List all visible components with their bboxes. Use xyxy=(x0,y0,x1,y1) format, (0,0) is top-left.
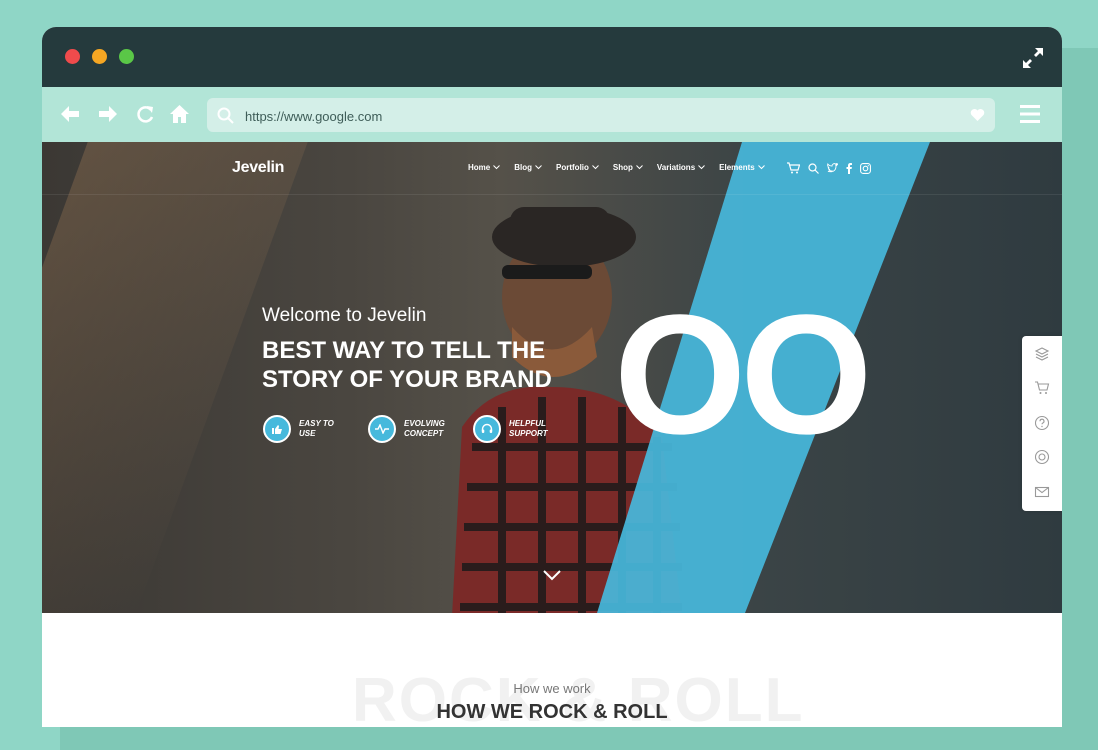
site-navbar: Jevelin Home Blog Portfolio Shop Variati… xyxy=(42,142,1062,195)
cart-icon[interactable] xyxy=(1034,380,1050,396)
feature-item: EVOLVING CONCEPT xyxy=(368,415,448,443)
nav-icons xyxy=(787,162,871,174)
chevron-down-icon xyxy=(757,165,765,170)
main-nav: Home Blog Portfolio Shop Variations Elem… xyxy=(468,163,779,172)
hamburger-menu-icon[interactable] xyxy=(1020,105,1040,123)
search-icon xyxy=(217,107,234,124)
feature-list: EASY TO USE EVOLVING CONCEPT HELPFUL SUP… xyxy=(263,415,578,443)
search-icon[interactable] xyxy=(808,162,819,174)
heart-icon[interactable] xyxy=(970,108,985,122)
facebook-icon[interactable] xyxy=(846,162,852,174)
nav-item-label: Elements xyxy=(719,163,755,172)
help-icon[interactable] xyxy=(1034,415,1050,431)
chevron-down-icon xyxy=(698,165,706,170)
lifebuoy-icon[interactable] xyxy=(1034,449,1050,465)
reload-icon[interactable] xyxy=(135,104,155,124)
nav-item-home[interactable]: Home xyxy=(468,163,501,172)
nav-item-portfolio[interactable]: Portfolio xyxy=(556,163,599,172)
nav-item-label: Home xyxy=(468,163,491,172)
cart-icon[interactable] xyxy=(787,162,800,174)
nav-item-label: Portfolio xyxy=(556,163,589,172)
nav-item-label: Variations xyxy=(656,163,696,172)
site-logo[interactable]: Jevelin xyxy=(232,159,284,177)
nav-item-label: Blog xyxy=(514,163,533,172)
section-title: HOW WE ROCK & ROLL xyxy=(436,701,668,723)
nav-item-elements[interactable]: Elements xyxy=(719,163,765,172)
layers-icon[interactable] xyxy=(1034,346,1050,362)
headset-icon xyxy=(473,415,501,443)
hero-section: OO Jevelin Home Blog Portfolio Shop Vari… xyxy=(42,142,1062,613)
scroll-down-chevron-icon[interactable] xyxy=(542,569,562,581)
zoom-window-button[interactable] xyxy=(119,49,134,64)
close-window-button[interactable] xyxy=(65,49,80,64)
feature-item: HELPFUL SUPPORT xyxy=(473,415,553,443)
hero-headline: BEST WAY TO TELL THE STORY OF YOUR BRAND xyxy=(262,337,552,393)
hero-big-text: OO xyxy=(614,280,872,470)
nav-item-label: Shop xyxy=(612,163,633,172)
instagram-icon[interactable] xyxy=(860,162,871,174)
expand-icon[interactable] xyxy=(1022,47,1044,69)
feature-label: EVOLVING CONCEPT xyxy=(404,419,445,438)
title-bar xyxy=(42,27,1062,87)
section-subtitle: How we work xyxy=(513,681,591,696)
feature-item: EASY TO USE xyxy=(263,415,343,443)
how-we-work-section: ROCK & ROLL How we work HOW WE ROCK & RO… xyxy=(42,613,1062,727)
chevron-down-icon xyxy=(592,165,599,170)
url-input[interactable] xyxy=(243,103,947,129)
address-bar[interactable] xyxy=(207,98,995,132)
minimize-window-button[interactable] xyxy=(92,49,107,64)
chevron-down-icon xyxy=(636,165,643,170)
thumbs-up-icon xyxy=(263,415,291,443)
nav-item-variations[interactable]: Variations xyxy=(656,163,706,172)
nav-item-blog[interactable]: Blog xyxy=(514,163,542,172)
browser-toolbar xyxy=(42,87,1062,142)
home-icon[interactable] xyxy=(169,104,190,124)
hero-welcome-text: Welcome to Jevelin xyxy=(262,305,427,326)
feature-label: HELPFUL SUPPORT xyxy=(509,419,548,438)
pulse-icon xyxy=(368,415,396,443)
browser-window: OO Jevelin Home Blog Portfolio Shop xyxy=(42,27,1062,727)
nav-item-shop[interactable]: Shop xyxy=(613,163,643,172)
mail-icon[interactable] xyxy=(1034,484,1050,500)
back-arrow-icon[interactable] xyxy=(60,104,80,124)
chevron-down-icon xyxy=(493,165,501,170)
twitter-icon[interactable] xyxy=(827,163,838,173)
forward-arrow-icon[interactable] xyxy=(98,104,118,124)
feature-label: EASY TO USE xyxy=(299,419,334,438)
side-panel xyxy=(1022,336,1062,511)
chevron-down-icon xyxy=(535,165,542,170)
